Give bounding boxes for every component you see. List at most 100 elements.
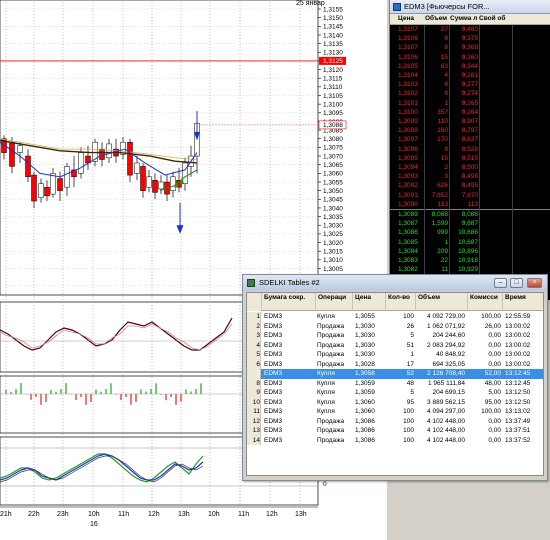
order-book-table[interactable]: 1,3107 27 9,480 1,3106 8 9,375 1,3107 8 9,368 1,3…	[390, 25, 550, 300]
price-tick-label: 1,3100	[323, 101, 343, 108]
table-row[interactable]: 3 EDM3 Продажа 1,3030 5 204 244,60 0,00 13:00:0…	[247, 331, 543, 341]
ask-row[interactable]: 1,3096 8 8,528	[390, 145, 550, 154]
price-tick-label: 1,3135	[323, 41, 343, 48]
trades-titlebar[interactable]: SDELKI Tables #2 – □ ×	[243, 275, 547, 291]
trade-security: EDM3	[264, 332, 283, 339]
bid-row-sum: 10,896	[458, 247, 478, 255]
header-volume[interactable]: Объем	[416, 293, 468, 311]
trades-table[interactable]: Бумага сокр. Операци Цена Кол-во Объем К…	[246, 292, 544, 476]
table-row[interactable]: 5 EDM3 Продажа 1,3030 1 40 848,92 0,00 13:00:02	[247, 350, 543, 360]
price-tick-label: 1,3150	[323, 15, 343, 22]
trade-volume: 1 062 071,92	[427, 322, 465, 330]
ask-row-sum: 9,264	[461, 108, 478, 116]
table-row[interactable]: 11 EDM3 Купля 1,3060 100 4 094 297,00 100,00 13…	[247, 407, 543, 417]
trade-quantity: 95	[406, 398, 414, 406]
order-book-titlebar[interactable]: EDM3 [Фьючерсы FOR...	[390, 0, 550, 14]
header-operation[interactable]: Операци	[316, 293, 353, 311]
order-book-window[interactable]: EDM3 [Фьючерсы FOR... Цена Объем Сумма л…	[389, 0, 550, 300]
bid-row-volume: 22	[440, 257, 448, 264]
minimize-button[interactable]: –	[494, 278, 507, 288]
ask-row[interactable]: 1,3097 170 8,637	[390, 135, 550, 144]
trade-time: 13:13:02	[505, 408, 531, 415]
ask-row[interactable]: 1,3095 15 8,515	[390, 154, 550, 163]
ask-row[interactable]: 1,3101 1 9,265	[390, 99, 550, 108]
trade-commission: 0,00	[488, 417, 501, 425]
price-tick-label: 1,3025	[323, 231, 343, 238]
trade-volume: 40 848,92	[436, 351, 465, 358]
header-security[interactable]: Бумага сокр.	[262, 293, 316, 311]
header-volume[interactable]: Объем	[425, 15, 449, 22]
table-row[interactable]: 4 EDM3 Продажа 1,3030 51 2 083 294,92 0,00 13:0…	[247, 340, 543, 350]
ask-row-sum: 8,498	[461, 173, 478, 181]
row-number: 10	[247, 397, 261, 407]
ask-row[interactable]: 1,3103 8 9,277	[390, 80, 550, 89]
table-row[interactable]: 10 EDM3 Купля 1,3060 95 3 889 562,15 95,00 13:1…	[247, 397, 543, 407]
header-commission[interactable]: Комисси	[468, 293, 503, 311]
ask-row-price: 1,3098	[398, 127, 418, 135]
ask-row[interactable]: 1,3106 8 9,375	[390, 34, 550, 43]
price-tick-label: 1,3095	[323, 110, 343, 117]
trade-quantity: 1	[410, 351, 414, 358]
column-separator	[424, 25, 425, 300]
ask-row[interactable]: 1,3106 15 9,360	[390, 53, 550, 62]
trade-commission: 100,00	[481, 408, 501, 415]
ask-row-volume: 8	[444, 44, 448, 52]
ask-row[interactable]: 1,3092 626 8,495	[390, 181, 550, 190]
table-row[interactable]: 2 EDM3 Продажа 1,3030 26 1 062 071,92 26,00 13:…	[247, 321, 543, 331]
table-row[interactable]: 1 EDM3 Купля 1,3055 100 4 092 729,00 100,00 12:…	[247, 312, 543, 322]
table-row[interactable]: 12 EDM3 Продажа 1,3086 100 4 102 448,00 0,00 13…	[247, 416, 543, 426]
ask-row[interactable]: 1,3093 3 8,498	[390, 172, 550, 181]
ask-row-price: 1,3107	[398, 44, 418, 52]
bid-row[interactable]: 1,3082 11 10,929	[390, 265, 550, 274]
trade-commission: 48,00	[484, 379, 501, 387]
ask-row-volume: 160	[437, 127, 448, 135]
ask-row-sum: 8,637	[461, 136, 478, 144]
header-quantity[interactable]: Кол-во	[386, 293, 416, 311]
ask-row[interactable]: 1,3107 27 9,480	[390, 25, 550, 34]
table-row[interactable]: 9 EDM3 Купля 1,3059 5 204 699,15 5,00 13:12:50	[247, 388, 543, 398]
ask-row[interactable]: 1,3090 113 113	[390, 200, 550, 209]
header-price[interactable]: Цена	[398, 15, 424, 22]
bid-row-volume: 1,599	[431, 220, 448, 228]
trade-operation: Продажа	[317, 332, 345, 339]
bid-row[interactable]: 1,3085 1 10,687	[390, 238, 550, 247]
ask-row-price: 1,3101	[398, 99, 418, 107]
trade-operation: Купля	[317, 398, 335, 406]
trade-price: 1,3055	[355, 313, 375, 320]
table-row[interactable]: 14 EDM3 Продажа 1,3086 100 4 102 448,00 0,00 13…	[247, 435, 543, 445]
bid-row[interactable]: 1,3089 8,088 8,088	[390, 210, 550, 219]
trade-volume: 2 083 294,92	[427, 341, 465, 349]
trade-time: 13:00:02	[505, 332, 531, 339]
table-row[interactable]: 7 EDM3 Купля 1,3058 52 2 126 708,40 52,00 13:12…	[247, 369, 543, 379]
close-button[interactable]: ×	[527, 278, 542, 288]
bid-row[interactable]: 1,3087 1,599 9,687	[390, 219, 550, 228]
ask-row[interactable]: 1,3099 110 8,907	[390, 117, 550, 126]
ask-row[interactable]: 1,3104 4 9,281	[390, 71, 550, 80]
ask-row[interactable]: 1,3107 8 9,368	[390, 43, 550, 52]
header-own-volume[interactable]: Свой об	[479, 15, 509, 22]
bid-row[interactable]: 1,3083 22 10,918	[390, 256, 550, 265]
header-price[interactable]: Цена	[353, 293, 386, 311]
ask-row[interactable]: 1,3100 357 9,264	[390, 108, 550, 117]
table-row[interactable]: 13 EDM3 Продажа 1,3086 100 4 102 448,00 0,00 13…	[247, 426, 543, 436]
ask-row-sum: 9,375	[461, 35, 478, 43]
bid-row[interactable]: 1,3086 999 10,686	[390, 228, 550, 237]
trade-time: 13:37:52	[505, 436, 531, 444]
ask-row[interactable]: 1,3105 63 9,344	[390, 62, 550, 71]
ask-row[interactable]: 1,3102 8 9,274	[390, 89, 550, 98]
table-row[interactable]: 8 EDM3 Купля 1,3059 48 1 965 111,84 48,00 13:12…	[247, 378, 543, 388]
candle	[17, 145, 23, 153]
maximize-button[interactable]: □	[510, 278, 523, 288]
header-sum[interactable]: Сумма л	[450, 15, 478, 22]
ask-row[interactable]: 1,3091 7,852 7,870	[390, 191, 550, 200]
header-time[interactable]: Время	[503, 293, 543, 311]
trades-window[interactable]: SDELKI Tables #2 – □ × Бумага сокр. Опер…	[242, 274, 548, 481]
row-number: 4	[247, 340, 261, 350]
candle	[170, 176, 176, 191]
price-tick-label: 1,3055	[323, 179, 343, 186]
bid-row[interactable]: 1,3084 209 10,896	[390, 247, 550, 256]
ask-row[interactable]: 1,3098 160 8,797	[390, 126, 550, 135]
trade-security: EDM3	[264, 398, 283, 406]
table-row[interactable]: 6 EDM3 Продажа 1,3028 17 694 325,05 0,00 13:00:…	[247, 359, 543, 369]
ask-row[interactable]: 1,3094 2 8,500	[390, 163, 550, 172]
